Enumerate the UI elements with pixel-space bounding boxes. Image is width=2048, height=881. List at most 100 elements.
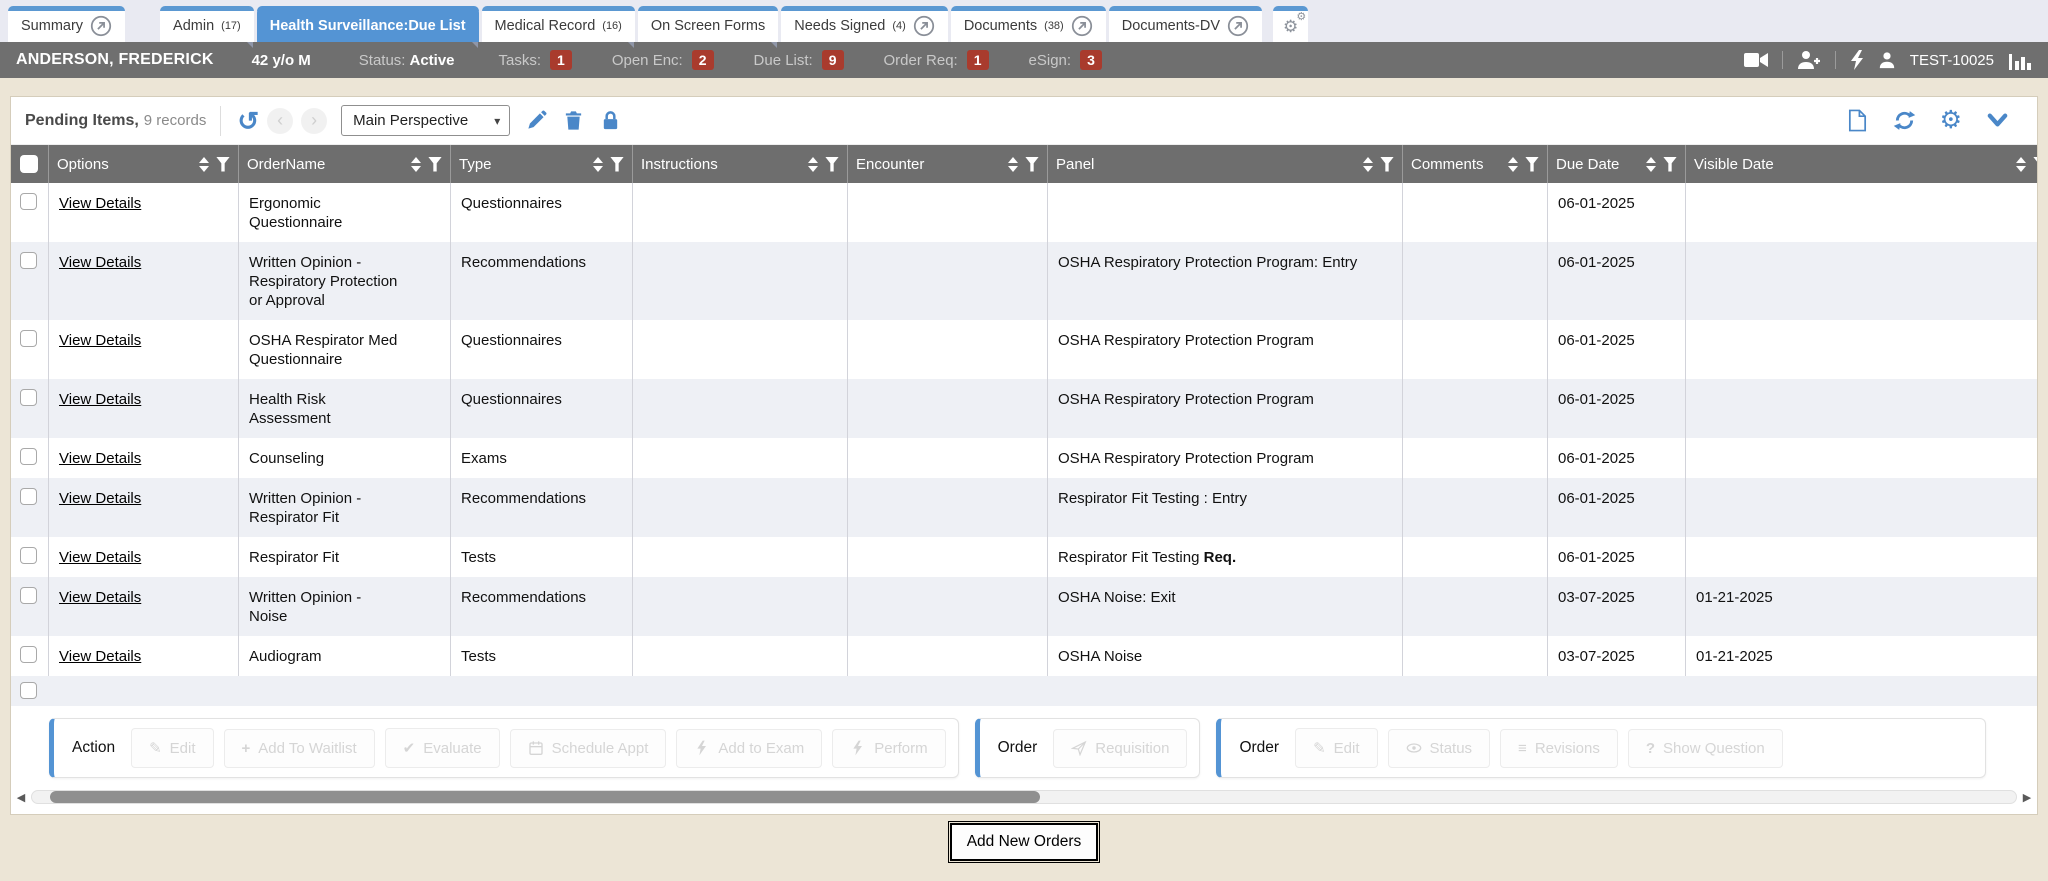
column-header-ordername[interactable]: OrderName [239, 145, 451, 183]
row-checkbox[interactable] [20, 646, 37, 663]
filter-icon[interactable] [216, 157, 230, 172]
requisition-button[interactable]: Requisition [1053, 729, 1187, 768]
collapse-chevron-icon[interactable] [1986, 109, 2009, 132]
tasks-badge[interactable]: 1 [550, 50, 572, 70]
row-checkbox[interactable] [20, 587, 37, 604]
next-perspective-icon[interactable]: › [301, 108, 327, 134]
prev-perspective-icon[interactable]: ‹ [267, 108, 293, 134]
person-icon[interactable] [1878, 51, 1896, 69]
filter-icon[interactable] [1025, 157, 1039, 172]
tab-documents[interactable]: Documents (38) [951, 6, 1106, 42]
row-checkbox[interactable] [20, 682, 37, 699]
scroll-left-icon[interactable]: ◀ [15, 791, 27, 804]
show-question-button[interactable]: ? Show Question [1628, 729, 1783, 768]
filter-icon[interactable] [2033, 157, 2037, 172]
filter-icon[interactable] [1525, 157, 1539, 172]
column-header-due-date[interactable]: Due Date [1548, 145, 1686, 183]
sort-icon[interactable] [1363, 157, 1373, 172]
add-to-waitlist-button[interactable]: + Add To Waitlist [224, 729, 375, 768]
sort-icon[interactable] [1008, 157, 1018, 172]
due-list-badge[interactable]: 9 [822, 50, 844, 70]
view-details-link[interactable]: View Details [59, 549, 141, 566]
esign-badge[interactable]: 3 [1080, 50, 1102, 70]
evaluate-button[interactable]: ✔ Evaluate [385, 728, 500, 768]
sort-icon[interactable] [593, 157, 603, 172]
sort-icon[interactable] [199, 157, 209, 172]
scrollbar-thumb[interactable] [50, 791, 1040, 803]
video-camera-icon[interactable] [1744, 51, 1768, 69]
column-header-encounter[interactable]: Encounter [848, 145, 1048, 183]
tab-admin[interactable]: Admin (17) [160, 6, 254, 42]
undo-icon[interactable]: ↺ [237, 108, 259, 134]
view-details-link[interactable]: View Details [59, 332, 141, 349]
scroll-right-icon[interactable]: ▶ [2021, 791, 2033, 804]
popout-icon[interactable] [913, 15, 935, 37]
chart-icon[interactable] [2008, 50, 2032, 70]
select-all-checkbox[interactable] [20, 155, 38, 173]
row-checkbox[interactable] [20, 389, 37, 406]
sort-icon[interactable] [1646, 157, 1656, 172]
add-person-icon[interactable] [1797, 50, 1821, 70]
scrollbar-track[interactable] [31, 790, 2017, 804]
bolt-icon[interactable] [1850, 50, 1864, 70]
column-header-visible-date[interactable]: Visible Date [1686, 145, 2037, 183]
sort-icon[interactable] [808, 157, 818, 172]
edit-button[interactable]: ✎ Edit [131, 728, 213, 768]
row-checkbox[interactable] [20, 193, 37, 210]
tab-needs-signed[interactable]: Needs Signed (4) [781, 6, 948, 42]
tab-medical-record[interactable]: Medical Record (16) [482, 6, 635, 42]
filter-icon[interactable] [428, 157, 442, 172]
tab-on-screen-forms[interactable]: On Screen Forms [638, 6, 778, 42]
row-checkbox[interactable] [20, 488, 37, 505]
row-checkbox[interactable] [20, 547, 37, 564]
column-header-instructions[interactable]: Instructions [633, 145, 848, 183]
popout-icon[interactable] [1227, 15, 1249, 37]
lock-icon[interactable] [600, 110, 621, 131]
filter-icon[interactable] [1380, 157, 1394, 172]
filter-icon[interactable] [825, 157, 839, 172]
revisions-button[interactable]: ≡ Revisions [1500, 729, 1618, 768]
column-header-options[interactable]: Options [49, 145, 239, 183]
row-checkbox[interactable] [20, 448, 37, 465]
instructions-cell [633, 537, 848, 577]
view-details-link[interactable]: View Details [59, 490, 141, 507]
select-all-header[interactable] [11, 145, 49, 183]
edit-perspective-icon[interactable] [526, 110, 547, 131]
view-details-link[interactable]: View Details [59, 450, 141, 467]
new-document-icon[interactable] [1846, 109, 1869, 132]
row-checkbox[interactable] [20, 330, 37, 347]
status-button[interactable]: Status [1388, 729, 1491, 768]
view-details-link[interactable]: View Details [59, 195, 141, 212]
filter-icon[interactable] [610, 157, 624, 172]
perform-button[interactable]: Perform [832, 729, 945, 768]
perspective-select[interactable]: Main Perspective ▾ [341, 105, 510, 136]
view-details-link[interactable]: View Details [59, 254, 141, 271]
tab-summary[interactable]: Summary [8, 6, 125, 42]
refresh-icon[interactable] [1893, 109, 1916, 132]
sort-icon[interactable] [411, 157, 421, 172]
tab-health-surveillance-due-list[interactable]: Health Surveillance:Due List [257, 6, 479, 42]
column-header-panel[interactable]: Panel [1048, 145, 1403, 183]
order-req-badge[interactable]: 1 [967, 50, 989, 70]
sort-icon[interactable] [1508, 157, 1518, 172]
view-details-link[interactable]: View Details [59, 391, 141, 408]
delete-perspective-icon[interactable] [563, 110, 584, 131]
user-id[interactable]: TEST-10025 [1910, 52, 1994, 69]
view-details-link[interactable]: View Details [59, 589, 141, 606]
schedule-appt-button[interactable]: Schedule Appt [510, 729, 667, 768]
tab-settings[interactable]: ⚙⚙ [1273, 6, 1308, 42]
filter-icon[interactable] [1663, 157, 1677, 172]
add-to-exam-button[interactable]: Add to Exam [676, 729, 822, 768]
order-edit-button[interactable]: ✎ Edit [1295, 728, 1377, 768]
tab-documents-dv[interactable]: Documents-DV [1109, 6, 1262, 42]
settings-gear-icon[interactable]: ⚙ [1940, 108, 1962, 133]
add-new-orders-button[interactable]: Add New Orders [950, 823, 1099, 861]
popout-icon[interactable] [1071, 15, 1093, 37]
view-details-link[interactable]: View Details [59, 648, 141, 665]
popout-icon[interactable] [90, 15, 112, 37]
open-enc-badge[interactable]: 2 [692, 50, 714, 70]
row-checkbox[interactable] [20, 252, 37, 269]
sort-icon[interactable] [2016, 157, 2026, 172]
column-header-comments[interactable]: Comments [1403, 145, 1548, 183]
column-header-type[interactable]: Type [451, 145, 633, 183]
